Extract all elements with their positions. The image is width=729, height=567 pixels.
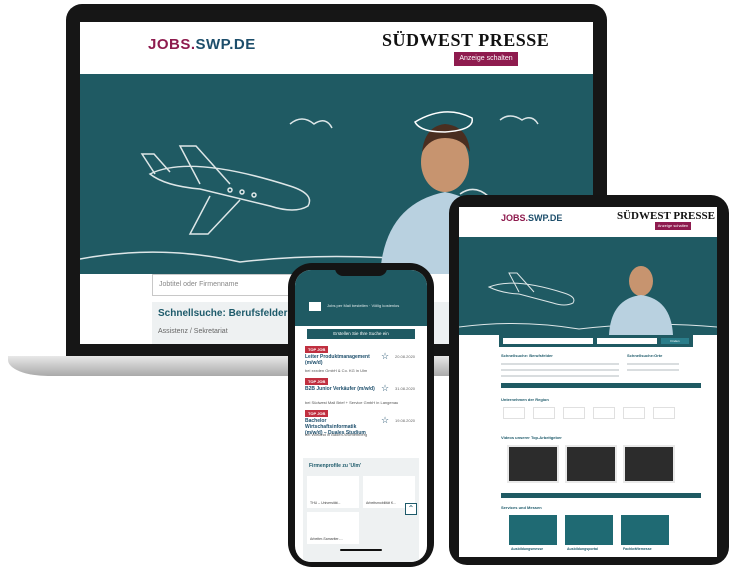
top-job-badge: TOP JOB xyxy=(305,346,329,353)
site-header: JOBS.SWP.DE SÜDWEST PRESSE Anzeige schal… xyxy=(80,22,593,74)
video-thumbnail[interactable] xyxy=(623,445,675,483)
tablet-section-videos: Videos unserer Top-Arbeitgeber xyxy=(501,435,562,440)
scroll-up-icon[interactable]: ⌃ xyxy=(405,503,417,515)
star-icon[interactable]: ☆ xyxy=(381,383,389,394)
job-listing[interactable]: TOP JOB B2B Junior Verkäufer (m/w/d) ☆ 3… xyxy=(305,378,421,408)
tablet-screen: JOBS.SWP.DE SÜDWEST PRESSE Anzeige schal… xyxy=(459,207,717,557)
service-tile[interactable] xyxy=(565,515,613,545)
job-listing[interactable]: TOP JOB Leiter Produktmanagement (m/w/d)… xyxy=(305,346,421,376)
mail-icon xyxy=(309,302,321,311)
star-icon[interactable]: ☆ xyxy=(381,351,389,362)
logo-swp-text: SWP.DE xyxy=(195,36,256,53)
company-profile-card[interactable]: Arbeiter-Samariter-... xyxy=(307,512,359,544)
tablet-logo-swp: SWP.DE xyxy=(528,213,563,223)
service-tile[interactable] xyxy=(621,515,669,545)
tablet-ad-button[interactable]: Anzeige schalten xyxy=(655,222,691,230)
company-profile-name: THU – Universität... xyxy=(310,501,341,505)
tablet-site-logo[interactable]: JOBS.SWP.DE xyxy=(501,213,562,223)
company-logo[interactable] xyxy=(533,407,555,419)
tablet-list-line xyxy=(627,363,679,365)
quick-search-item[interactable]: Assistenz / Sekretariat xyxy=(158,328,228,335)
company-profile-name: Arbeiter-Samariter-... xyxy=(310,537,343,541)
ad-button[interactable]: Anzeige schalten xyxy=(454,52,518,66)
company-logo[interactable] xyxy=(623,407,645,419)
company-logo[interactable] xyxy=(503,407,525,419)
tablet-section-berufsfelder: Schnellsuche: Berufsfelder xyxy=(501,353,553,358)
job-company: bei Wieland in Baden-Württemberg xyxy=(305,432,368,437)
tablet-section-orte: Schnellsuche:Orte xyxy=(627,353,663,358)
tablet-hero-image xyxy=(459,237,717,335)
company-profiles-panel: Firmenprofile zu 'Ulm' THU – Universität… xyxy=(303,458,419,562)
job-listing[interactable]: TOP JOB Bachelor Wirtschaftsinformatik (… xyxy=(305,410,421,440)
company-profiles-title: Firmenprofile zu 'Ulm' xyxy=(309,463,362,469)
tablet-hero-illustration xyxy=(459,266,717,335)
job-title[interactable]: Leiter Produktmanagement (m/w/d) xyxy=(305,354,375,366)
service-tile-label: Ausbildungsportal xyxy=(567,547,598,551)
top-job-badge: TOP JOB xyxy=(305,410,329,417)
star-icon[interactable]: ☆ xyxy=(381,415,389,426)
tablet-logo-jobs: JOBS. xyxy=(501,213,529,223)
tablet-location-input[interactable] xyxy=(597,338,657,344)
save-search-button[interactable]: Erstellen Sie Ihre Suche ein xyxy=(307,329,415,339)
tablet-brand-logo[interactable]: SÜDWEST PRESSE xyxy=(617,210,715,222)
job-company: bei xxxden GmbH & Co. KG in Ulm xyxy=(305,368,368,373)
tablet-section-unternehmen: Unternehmen der Region xyxy=(501,397,549,402)
tablet-header: JOBS.SWP.DE SÜDWEST PRESSE Anzeige schal… xyxy=(459,207,717,237)
site-logo[interactable]: JOBS.SWP.DE xyxy=(148,36,256,53)
phone-newsletter-banner: Jobs per Mail bestellen · Völlig kostenl… xyxy=(295,270,427,326)
tablet-list-line xyxy=(501,363,619,365)
job-date: 31.08.2020 xyxy=(395,386,416,391)
company-profile-card[interactable]: THU – Universität... xyxy=(307,476,359,508)
tablet-more-button[interactable] xyxy=(501,383,701,388)
brand-logo[interactable]: SÜDWEST PRESSE xyxy=(382,30,549,51)
newsletter-text[interactable]: Jobs per Mail bestellen · Völlig kostenl… xyxy=(327,303,399,308)
top-job-badge: TOP JOB xyxy=(305,378,329,385)
company-logo[interactable] xyxy=(593,407,615,419)
video-thumbnail[interactable] xyxy=(565,445,617,483)
tablet-list-line xyxy=(501,375,619,377)
video-thumbnail[interactable] xyxy=(507,445,559,483)
service-tile[interactable] xyxy=(509,515,557,545)
tablet-section-services: Services und Messen xyxy=(501,505,542,510)
quick-search-title: Schnellsuche: Berufsfelder xyxy=(158,308,288,319)
tablet-search-button[interactable]: Finden xyxy=(661,338,689,344)
phone-home-indicator xyxy=(340,549,382,551)
company-logo[interactable] xyxy=(563,407,585,419)
phone-screen: Jobs per Mail bestellen · Völlig kostenl… xyxy=(295,270,427,562)
service-tile-label: Fachkräftemesse xyxy=(623,547,652,551)
tablet-list-line xyxy=(501,369,619,371)
tablet-search-bar: Finden xyxy=(499,335,693,347)
job-company: bei Südwest Mail Brief + Service GmbH in… xyxy=(305,400,399,405)
job-date: 19.08.2020 xyxy=(395,418,416,423)
job-title[interactable]: B2B Junior Verkäufer (m/w/d) xyxy=(305,386,375,392)
tablet-list-line xyxy=(627,369,679,371)
logo-jobs-text: JOBS. xyxy=(148,36,196,53)
tablet-videos-button[interactable] xyxy=(501,493,701,498)
phone-notch xyxy=(335,268,387,276)
company-profile-name: Arbeitsmobilität K... xyxy=(366,501,397,505)
company-logo[interactable] xyxy=(653,407,675,419)
tablet-search-input[interactable] xyxy=(503,338,593,344)
service-tile-label: Ausbildungsmesse xyxy=(511,547,544,551)
job-date: 20.08.2020 xyxy=(395,354,416,359)
